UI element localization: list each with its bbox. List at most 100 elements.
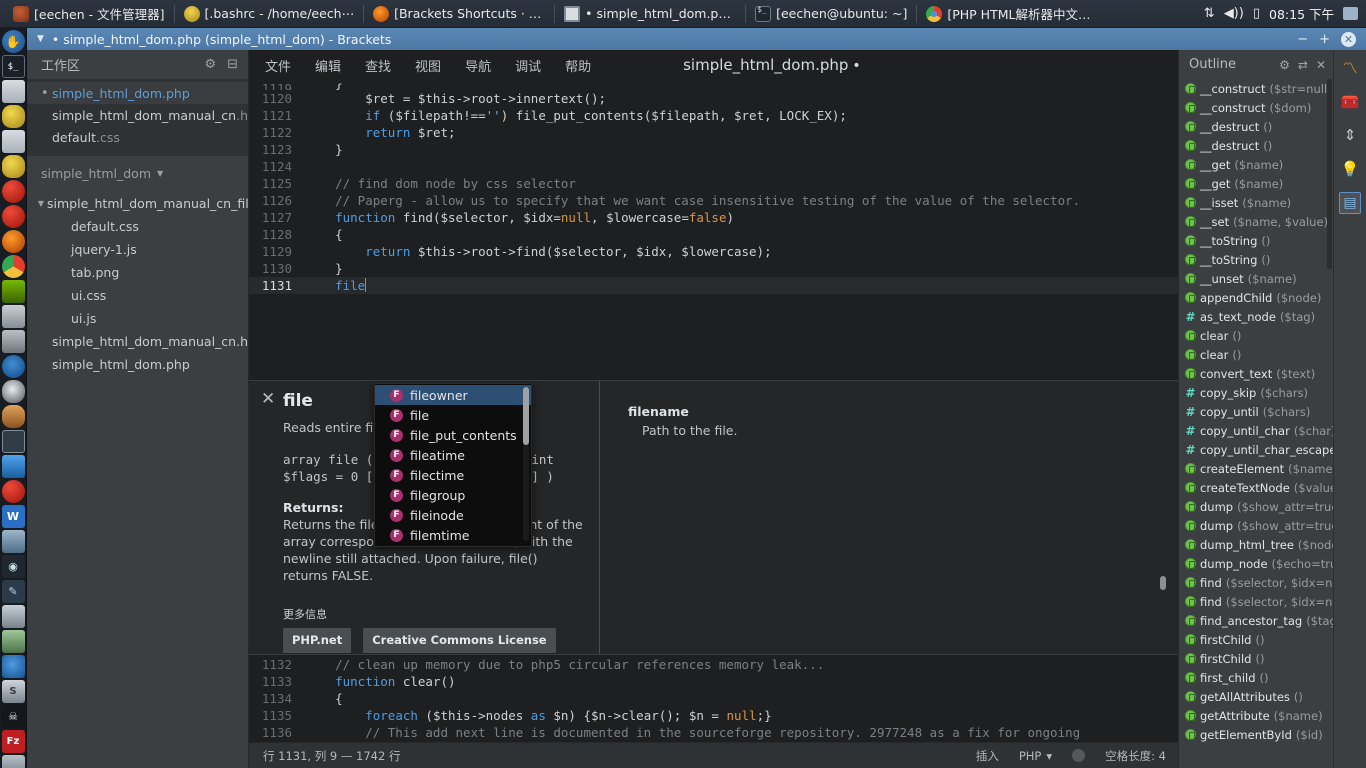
paint-icon[interactable]	[1, 405, 25, 428]
outline-item[interactable]: clear()	[1179, 326, 1333, 345]
language-selector[interactable]: PHP ▾	[1019, 749, 1052, 763]
pirate-icon[interactable]: ☠	[1, 705, 25, 728]
tree-file-row[interactable]: ui .css	[27, 284, 248, 307]
outline-item[interactable]: __get ($name)	[1179, 174, 1333, 193]
indent-setting[interactable]: 空格长度: 4	[1105, 748, 1166, 764]
window-titlebar[interactable]: ▼ • simple_html_dom.php (simple_html_dom…	[27, 28, 1366, 50]
mouse-icon[interactable]	[1, 380, 25, 403]
battery-icon[interactable]: ▯	[1253, 6, 1260, 21]
chevron-down-icon[interactable]: ▼	[157, 169, 163, 178]
sort-icon[interactable]: ⇄	[1298, 58, 1308, 72]
outline-item[interactable]: __destruct()	[1179, 117, 1333, 136]
eye-icon[interactable]: ◉	[1, 555, 25, 578]
outline-item[interactable]: appendChild ($node)	[1179, 288, 1333, 307]
project-name-row[interactable]: simple_html_dom ▼	[27, 156, 248, 190]
close-icon[interactable]: ✕	[1316, 58, 1326, 72]
autocomplete-item[interactable]: F filemtime	[375, 525, 531, 545]
pen-icon[interactable]: ✎	[1, 580, 25, 603]
clock[interactable]: 08:15 下午	[1269, 4, 1334, 23]
split-view-icon[interactable]: ⊟	[227, 57, 238, 72]
outline-item[interactable]: # as_text_node ($tag)	[1179, 307, 1333, 326]
show-desktop-icon[interactable]	[1343, 7, 1358, 20]
volume-icon[interactable]: ◀))	[1224, 6, 1244, 21]
menu-help[interactable]: 帮助	[565, 56, 591, 75]
folder2-icon[interactable]	[1, 130, 25, 153]
menu-edit[interactable]: 编辑	[315, 56, 341, 75]
apple-icon[interactable]	[1, 180, 25, 203]
wps-icon[interactable]: W	[1, 505, 25, 528]
gear-icon[interactable]: ⚙	[204, 57, 216, 72]
working-file-item[interactable]: • simple_html_dom .php	[27, 82, 248, 104]
toolbox-icon[interactable]: 🧰	[1339, 90, 1361, 112]
outline-item[interactable]: find_ancestor_tag($tag	[1179, 611, 1333, 630]
outline-item-list[interactable]: __construct($str=null, $l__construct($do…	[1179, 79, 1333, 768]
autocomplete-item[interactable]: F fileinode	[375, 505, 531, 525]
teapot-icon[interactable]	[1, 105, 25, 128]
taskbar-window-terminal[interactable]: [eechen@ubuntu: ~]	[746, 1, 916, 27]
outline-item[interactable]: __construct ($dom)	[1179, 98, 1333, 117]
code-editor[interactable]: 1119 { 1120 $ret = $this->root->innertex…	[249, 80, 1178, 742]
apple3-icon[interactable]	[1, 480, 25, 503]
outline-item[interactable]: # copy_until_char ($char)	[1179, 421, 1333, 440]
camera-icon[interactable]	[1, 330, 25, 353]
tree-file-row[interactable]: tab .png	[27, 261, 248, 284]
minimize-button[interactable]: −	[1297, 33, 1308, 46]
taskbar-window-chrome[interactable]: [PHP HTML解析器中文…	[917, 1, 1099, 27]
outline-item[interactable]: firstChild()	[1179, 649, 1333, 668]
ubuntu-icon[interactable]: ✋	[1, 30, 25, 53]
outline-item[interactable]: find($selector, $idx=null,	[1179, 592, 1333, 611]
autocomplete-item[interactable]: F file_put_contents	[375, 425, 531, 445]
creative-commons-link[interactable]: Creative Commons License	[363, 628, 556, 653]
chrome-icon[interactable]	[1, 255, 25, 278]
apple2-icon[interactable]	[1, 205, 25, 228]
outline-item[interactable]: # copy_until_char_escape	[1179, 440, 1333, 459]
outline-item[interactable]: createElement($name, $	[1179, 459, 1333, 478]
working-file-item[interactable]: default .css	[27, 126, 248, 148]
tree-file-row[interactable]: simple_html_dom .php	[27, 353, 248, 376]
autocomplete-item[interactable]: F fileatime	[375, 445, 531, 465]
lightbulb-icon[interactable]: 💡	[1339, 158, 1361, 180]
sublime-icon[interactable]: S	[1, 680, 25, 703]
outline-item[interactable]: __toString()	[1179, 250, 1333, 269]
graph-icon[interactable]	[1, 530, 25, 553]
autocomplete-item[interactable]: F file	[375, 405, 531, 425]
tree-file-row[interactable]: simple_html_dom_manual_cn.htm	[27, 330, 248, 353]
outline-item[interactable]: dump_node($echo=true	[1179, 554, 1333, 573]
outline-scrollbar-thumb[interactable]	[1327, 79, 1332, 269]
tree-file-row[interactable]: ui .js	[27, 307, 248, 330]
nvidia-icon[interactable]	[1, 280, 25, 303]
outline-item[interactable]: getElementById ($id)	[1179, 725, 1333, 744]
outline-item[interactable]: __get ($name)	[1179, 155, 1333, 174]
live-preview-icon[interactable]	[1072, 749, 1086, 762]
text-editor-icon[interactable]	[1, 755, 25, 768]
tree-file-row[interactable]: default .css	[27, 215, 248, 238]
outline-item[interactable]: # copy_skip ($chars)	[1179, 383, 1333, 402]
php-net-link[interactable]: PHP.net	[283, 628, 352, 653]
menu-view[interactable]: 视图	[415, 56, 441, 75]
menu-file[interactable]: 文件	[265, 56, 291, 75]
doc-scroll-indicator[interactable]	[1160, 576, 1166, 590]
terminal-icon[interactable]: $_	[1, 55, 25, 78]
insert-mode[interactable]: 插入	[976, 748, 999, 764]
cursor-position[interactable]: 行 1131, 列 9 — 1742 行	[263, 748, 400, 764]
outline-item[interactable]: getAttribute ($name)	[1179, 706, 1333, 725]
autocomplete-item[interactable]: F filectime	[375, 465, 531, 485]
outline-item[interactable]: firstChild()	[1179, 630, 1333, 649]
scrollbar-thumb[interactable]	[523, 387, 529, 445]
window-menu-icon[interactable]: ▼	[37, 34, 44, 44]
outline-item[interactable]: dump_html_tree($node	[1179, 535, 1333, 554]
shutter-icon[interactable]	[1, 355, 25, 378]
outline-item[interactable]: __unset ($name)	[1179, 269, 1333, 288]
outline-item[interactable]: convert_text ($text)	[1179, 364, 1333, 383]
folder-icon[interactable]	[1, 80, 25, 103]
network-icon[interactable]: ⇅	[1204, 6, 1215, 21]
taskbar-window-brackets[interactable]: • simple_html_dom.ph⋯	[555, 1, 745, 27]
autocomplete-item[interactable]: F fileowner	[375, 385, 531, 405]
calculator-icon[interactable]	[1, 305, 25, 328]
outline-item[interactable]: getAllAttributes()	[1179, 687, 1333, 706]
outline-panel-icon[interactable]: ▤	[1339, 192, 1361, 214]
outline-item[interactable]: __isset ($name)	[1179, 193, 1333, 212]
autocomplete-item[interactable]: F filegroup	[375, 485, 531, 505]
outline-item[interactable]: find($selector, $idx=null,	[1179, 573, 1333, 592]
chevron-down-icon[interactable]: ▼	[35, 199, 47, 208]
